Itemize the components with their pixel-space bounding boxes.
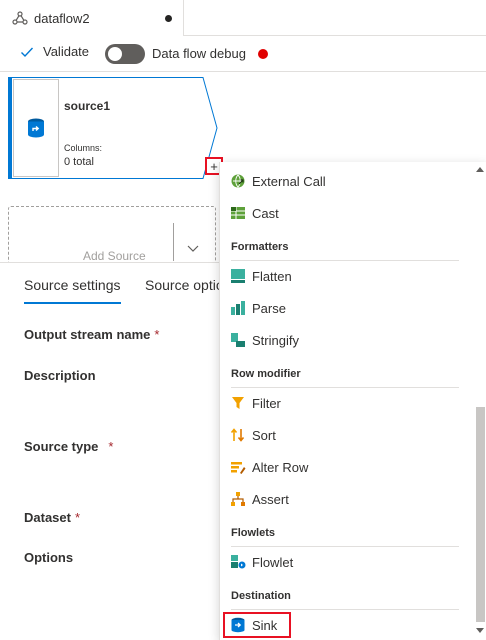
section-divider (231, 260, 459, 261)
debug-status-dot (258, 49, 268, 59)
add-source-divider (173, 223, 174, 261)
menu-item-label: Stringify (252, 332, 299, 348)
active-tab-indicator (24, 302, 121, 304)
required-marker: * (108, 439, 114, 454)
cast-icon (231, 207, 245, 219)
data-flow-debug-toggle[interactable] (105, 44, 145, 64)
menu-item-stringify[interactable]: Stringify (230, 332, 299, 348)
flatten-icon (231, 269, 245, 283)
source1-node[interactable]: source1 Columns: 0 total (8, 77, 220, 179)
sort-icon (230, 428, 245, 442)
add-source-label: Add Source (83, 249, 146, 263)
parse-icon (231, 301, 245, 315)
menu-item-label: Parse (252, 300, 286, 316)
validate-button[interactable]: Validate (20, 44, 89, 59)
tab-source-options[interactable]: Source optio (145, 277, 224, 293)
add-source-placeholder[interactable]: Add Source (8, 206, 216, 266)
tab-source-settings[interactable]: Source settings (24, 277, 121, 293)
menu-item-sort[interactable]: Sort (230, 427, 276, 443)
unsaved-indicator (165, 15, 172, 22)
section-row-modifier: Row modifier (231, 368, 301, 380)
menu-item-flatten[interactable]: Flatten (230, 268, 292, 284)
plus-icon: + (210, 158, 218, 174)
external-call-icon (231, 174, 245, 188)
filter-icon (232, 397, 244, 409)
validate-label: Validate (43, 44, 90, 59)
menu-item-label: Cast (252, 205, 279, 221)
menu-scrollbar[interactable] (473, 162, 486, 640)
data-flow-debug-label: Data flow debug (152, 46, 246, 61)
assert-icon (231, 492, 245, 506)
tab-title: dataflow2 (34, 10, 90, 26)
menu-item-label: Alter Row (252, 459, 309, 475)
section-destination: Destination (231, 590, 291, 602)
required-marker: * (74, 510, 81, 525)
stringify-icon (231, 333, 245, 347)
toolbar: Validate Data flow debug (0, 36, 486, 72)
section-divider (231, 387, 459, 388)
section-divider (231, 609, 459, 610)
check-icon (21, 47, 34, 57)
dataflow-icon (12, 11, 28, 25)
section-formatters: Formatters (231, 241, 289, 253)
menu-item-assert[interactable]: Assert (230, 491, 289, 507)
toggle-knob (108, 47, 122, 61)
description-label: Description (24, 368, 96, 383)
menu-item-label: Flatten (252, 268, 292, 284)
transformation-menu: External Call Cast Formatters Flatten Pa… (219, 162, 486, 640)
source-type-label: Source type * (24, 439, 114, 454)
menu-item-label: Filter (252, 395, 281, 411)
chevron-down-icon[interactable] (187, 245, 199, 253)
dataset-label: Dataset * (24, 510, 81, 525)
section-divider (231, 546, 459, 547)
scroll-down-arrow[interactable] (476, 628, 484, 633)
alter-row-icon (231, 462, 246, 474)
document-tab-bar: dataflow2 (0, 0, 486, 36)
columns-label: Columns: (64, 143, 103, 153)
menu-item-alter-row[interactable]: Alter Row (230, 459, 308, 475)
menu-item-label: External Call (252, 173, 326, 189)
flowlet-icon (231, 555, 246, 569)
menu-item-filter[interactable]: Filter (230, 395, 281, 411)
source-icon-box (13, 79, 59, 177)
sink-highlight-box (223, 612, 291, 638)
menu-item-external-call[interactable]: External Call (230, 173, 326, 189)
menu-item-label: Sort (252, 427, 276, 443)
scroll-thumb[interactable] (476, 407, 485, 622)
node-title: source1 (64, 99, 111, 113)
section-flowlets: Flowlets (231, 527, 276, 539)
required-marker: * (154, 327, 160, 342)
menu-item-cast[interactable]: Cast (230, 205, 279, 221)
menu-item-label: Flowlet (252, 554, 294, 570)
tab-dataflow2[interactable]: dataflow2 (0, 0, 184, 36)
menu-item-flowlet[interactable]: Flowlet (230, 554, 293, 570)
menu-item-label: Assert (252, 491, 289, 507)
columns-value: 0 total (64, 156, 94, 168)
options-label: Options (24, 550, 74, 565)
menu-item-parse[interactable]: Parse (230, 300, 286, 316)
source-cylinder-icon (28, 118, 44, 138)
output-stream-name-label: Output stream name * (24, 327, 160, 342)
scroll-up-arrow[interactable] (476, 167, 484, 172)
